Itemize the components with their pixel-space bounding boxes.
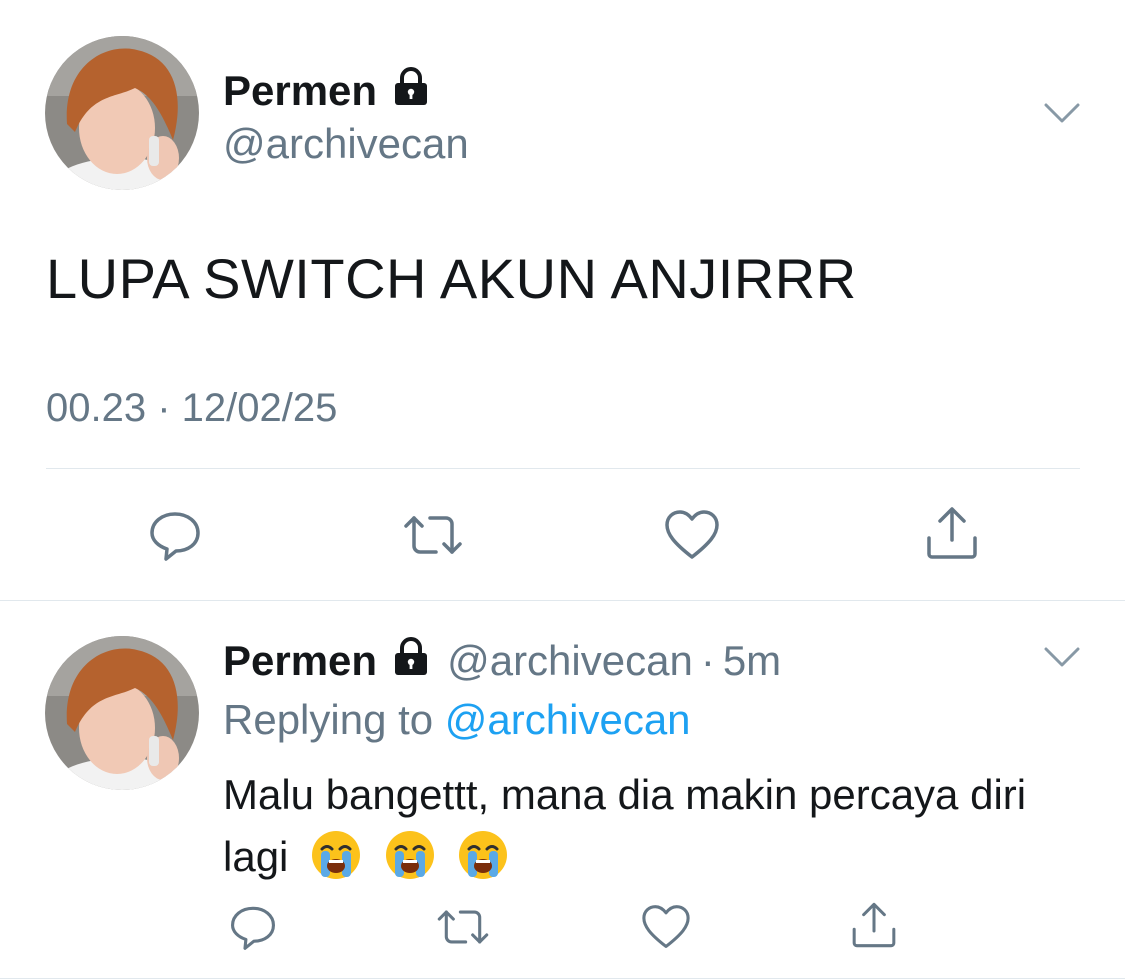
author-handle[interactable]: @archivecan [223,120,469,168]
share-icon [927,507,977,559]
avatar[interactable] [45,636,199,790]
speech-bubble-icon [150,512,200,561]
share-button[interactable] [922,502,982,564]
reply-text: Malu bangettt, mana dia makin percaya di… [223,764,1083,888]
tweet-text: LUPA SWITCH AKUN ANJIRRR [46,247,857,310]
loudly-crying-face-icon [457,829,509,881]
retweet-icon [437,910,489,944]
speech-bubble-icon [231,906,275,950]
reply-header: Permen @archivecan · 5m [223,636,781,686]
share-button[interactable] [848,898,900,952]
author-name[interactable]: Permen [223,66,431,116]
tweet-timestamp: 00.23 · 12/02/25 [46,386,338,430]
replying-prefix: Replying to [223,696,434,743]
tweet-time[interactable]: 5m [723,637,781,685]
retweet-button[interactable] [398,506,468,564]
replying-to: Replying to @archivecan [223,696,691,744]
separator-dot: · [700,637,715,684]
avatar[interactable] [45,36,199,190]
lock-icon [391,636,431,686]
divider [0,978,1125,979]
loudly-crying-face-icon [310,829,362,881]
like-button[interactable] [640,902,692,952]
chevron-down-icon[interactable] [1044,102,1080,124]
divider [46,468,1080,469]
loudly-crying-face-icon [384,829,436,881]
replying-mention-link[interactable]: @archivecan [445,696,691,743]
reply-button[interactable] [146,506,204,564]
heart-icon [642,905,690,949]
divider [0,600,1125,601]
like-button[interactable] [662,506,722,564]
lock-icon [391,66,431,116]
retweet-button[interactable] [433,902,493,952]
author-name-text: Permen [223,637,378,684]
author-name[interactable]: Permen [223,636,431,686]
reply-button[interactable] [228,902,278,952]
heart-icon [665,510,719,559]
author-handle[interactable]: @archivecan [447,637,693,685]
share-icon [852,902,896,948]
author-name-text: Permen [223,67,378,114]
retweet-icon [404,516,462,554]
chevron-down-icon[interactable] [1044,646,1080,668]
